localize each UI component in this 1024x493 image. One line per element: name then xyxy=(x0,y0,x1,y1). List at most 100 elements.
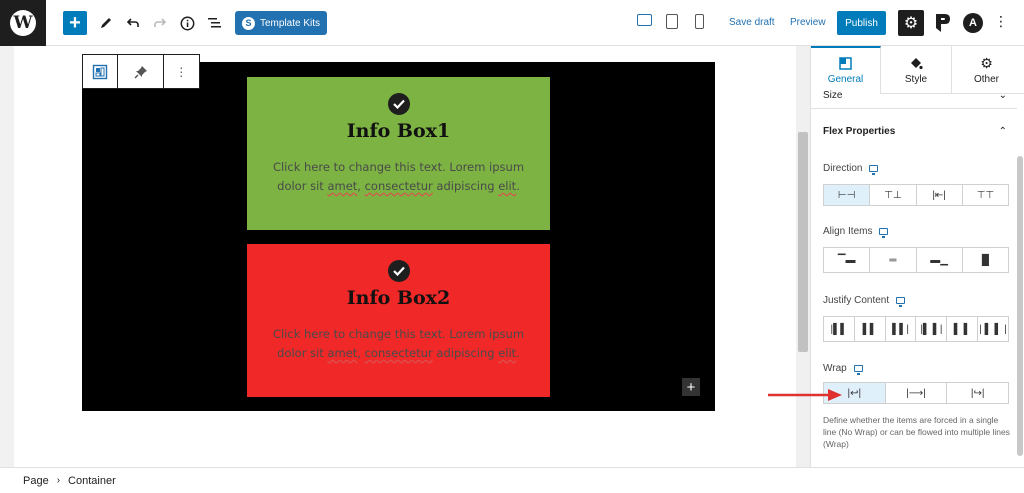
align-stretch-icon: █ xyxy=(981,254,989,266)
justify-end-option[interactable]: ▌▌| xyxy=(886,317,917,341)
nowrap-icon: |⟶| xyxy=(906,387,926,399)
align-items-label: Align Items xyxy=(823,226,889,238)
tab-other[interactable]: ⚙ Other xyxy=(951,46,1021,94)
list-view-button[interactable] xyxy=(205,11,223,35)
undo-icon xyxy=(126,18,139,27)
justify-space-around-option[interactable]: ▌ ▌ xyxy=(947,317,979,341)
info-box-text[interactable]: Click here to change this text. Lorem ip… xyxy=(269,158,529,196)
justify-center-option[interactable]: ▌▌ xyxy=(855,317,886,341)
align-start-option[interactable]: ▔▬ xyxy=(824,248,871,272)
save-draft-button[interactable]: Save draft xyxy=(729,17,775,28)
info-box-text[interactable]: Click here to change this text. Lorem ip… xyxy=(269,325,529,363)
redo-button[interactable] xyxy=(151,11,169,35)
nowrap-option[interactable]: |⟶| xyxy=(886,383,948,403)
text-segment: , xyxy=(357,346,365,360)
wordpress-logo-button[interactable]: W xyxy=(0,0,46,46)
check-circle-icon xyxy=(387,260,410,282)
more-options-button[interactable]: ⋮ xyxy=(994,14,1008,28)
desktop-preview-icon[interactable] xyxy=(637,14,652,26)
template-kits-button[interactable]: S Template Kits xyxy=(235,11,327,35)
text-segment: adipiscing xyxy=(432,179,499,193)
tab-general[interactable]: General xyxy=(811,46,881,94)
align-stretch-option[interactable]: █ xyxy=(963,248,1008,272)
justify-space-evenly-option[interactable]: | ▌ ▌ | xyxy=(978,317,1008,341)
direction-button-group: ⊢⊣ ⊤⊥ |⇤| ⊤⊤ xyxy=(823,184,1009,206)
direction-column-reverse-icon: ⊤⊤ xyxy=(976,189,995,201)
text-segment: . xyxy=(516,346,520,360)
justify-space-evenly-icon: | ▌ ▌ | xyxy=(979,323,1007,335)
responsive-desktop-icon[interactable] xyxy=(896,297,906,307)
template-kits-label: Template Kits xyxy=(259,17,321,29)
spellcheck-word: amet xyxy=(327,179,358,193)
preview-button[interactable]: Preview xyxy=(790,17,826,28)
spellcheck-word: amet xyxy=(327,346,358,360)
responsive-desktop-icon[interactable] xyxy=(853,365,863,375)
publish-button[interactable]: Publish xyxy=(837,11,886,35)
tab-label: General xyxy=(827,74,864,85)
tab-label: Style xyxy=(904,73,928,85)
mobile-preview-icon[interactable] xyxy=(695,14,704,29)
details-button[interactable] xyxy=(178,11,196,35)
justify-space-between-icon: |▌ ▌| xyxy=(920,323,943,335)
tablet-preview-icon[interactable] xyxy=(666,14,678,29)
block-options-button[interactable]: ⋮ xyxy=(164,55,199,88)
add-inner-block-button[interactable]: + xyxy=(682,378,700,396)
settings-button[interactable]: ⚙ xyxy=(898,10,924,36)
info-box-2[interactable]: Info Box2 Click here to change this text… xyxy=(247,244,550,397)
panel-title: Flex Properties xyxy=(823,126,896,137)
align-center-option[interactable]: ═ xyxy=(870,248,917,272)
direction-row-reverse-option[interactable]: |⇤| xyxy=(917,185,963,205)
justify-content-label: Justify Content xyxy=(823,295,906,307)
canvas-scrollbar-thumb[interactable] xyxy=(798,132,808,352)
info-box-1[interactable]: Info Box1 Click here to change this text… xyxy=(247,77,550,230)
tab-style[interactable]: Style xyxy=(881,46,951,94)
breadcrumb: Page › Container xyxy=(0,467,1024,493)
justify-space-around-icon: ▌ ▌ xyxy=(953,323,971,335)
info-box-title: Info Box1 xyxy=(346,120,451,142)
responsive-desktop-icon[interactable] xyxy=(869,165,879,175)
size-panel-toggle[interactable]: Size ⌄ xyxy=(823,90,1007,101)
spellcheck-word: elit xyxy=(498,179,517,193)
label-text: Justify Content xyxy=(823,295,890,306)
spellcheck-word: consectetur xyxy=(364,179,433,193)
settings-sidebar: General Style ⚙ Other Size ⌄ Flex Proper… xyxy=(810,46,1024,467)
breadcrumb-item-page[interactable]: Page xyxy=(23,475,49,487)
undo-button[interactable] xyxy=(124,11,142,35)
panel-title: Size xyxy=(823,90,843,101)
justify-end-icon: ▌▌| xyxy=(892,323,909,335)
more-vertical-icon: ⋮ xyxy=(994,13,1008,29)
justify-center-icon: ▌▌ xyxy=(862,323,877,335)
sidebar-scrollbar[interactable] xyxy=(1017,156,1023,456)
label-text: Wrap xyxy=(823,363,847,374)
pencil-tool-button[interactable] xyxy=(97,11,115,35)
direction-row-option[interactable]: ⊢⊣ xyxy=(824,185,871,205)
info-icon xyxy=(180,16,194,30)
justify-space-between-option[interactable]: |▌ ▌| xyxy=(916,317,948,341)
wrap-reverse-option[interactable]: |↪| xyxy=(947,383,1008,403)
spellcheck-word: elit xyxy=(498,346,517,360)
add-block-button[interactable]: + xyxy=(63,11,87,35)
annotation-arrow xyxy=(768,389,842,401)
breadcrumb-item-container[interactable]: Container xyxy=(68,475,116,487)
direction-column-reverse-option[interactable]: ⊤⊤ xyxy=(963,185,1008,205)
list-view-icon xyxy=(207,18,221,28)
flex-properties-panel-toggle[interactable]: Flex Properties ⌃ xyxy=(823,126,1007,137)
wrap-icon: |↩| xyxy=(847,387,862,399)
direction-column-option[interactable]: ⊤⊥ xyxy=(870,185,917,205)
tab-label: Other xyxy=(973,73,999,85)
plugin-a-button[interactable]: A xyxy=(963,13,983,33)
info-box-title: Info Box2 xyxy=(346,287,451,309)
justify-start-option[interactable]: |▌▌ xyxy=(824,317,855,341)
drag-handle-button[interactable] xyxy=(118,55,164,88)
spellcheck-word: consectetur xyxy=(364,346,433,360)
label-text: Direction xyxy=(823,163,863,174)
direction-column-icon: ⊤⊥ xyxy=(884,189,902,201)
pencil-icon xyxy=(101,18,111,28)
block-toolbar: ⋮ xyxy=(82,54,200,89)
plugin-p-button[interactable] xyxy=(934,12,952,34)
redo-icon xyxy=(154,18,167,27)
align-end-option[interactable]: ▬▁ xyxy=(917,248,963,272)
block-type-button[interactable] xyxy=(83,55,119,88)
responsive-desktop-icon[interactable] xyxy=(879,228,889,238)
gear-icon: ⚙ xyxy=(980,54,993,71)
